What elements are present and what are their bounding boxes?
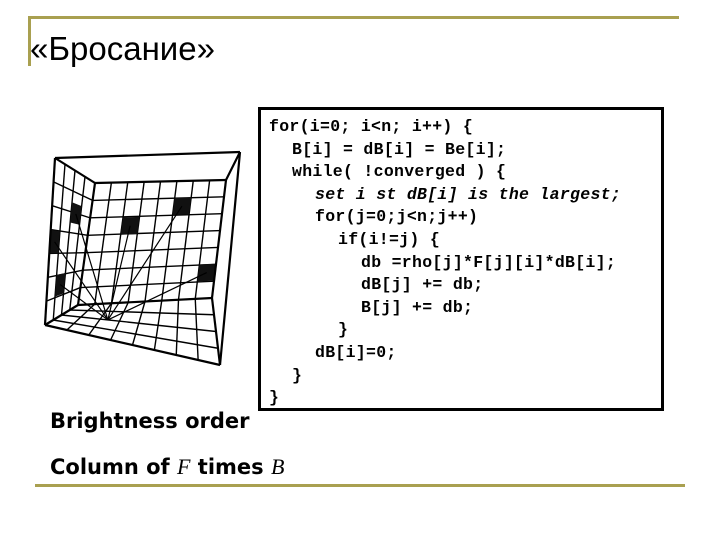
caption-mid: times xyxy=(190,455,271,479)
progressive-radiosity-code: for(i=0; i<n; i++) { B[i] = dB[i] = Be[i]… xyxy=(269,116,621,410)
code-line: B[i] = dB[i] = Be[i]; xyxy=(292,139,507,159)
code-line: if(i!=j) { xyxy=(338,229,441,249)
room-edge xyxy=(94,178,227,185)
variable-b: B xyxy=(270,454,285,479)
code-line: } xyxy=(269,388,280,408)
room-illustration xyxy=(30,120,260,390)
caption-brightness-order: Brightness order xyxy=(50,409,250,433)
code-line: dB[j] += db; xyxy=(361,275,484,295)
slide-title: «Бросание» xyxy=(30,30,215,67)
code-line: } xyxy=(338,320,349,340)
code-block: for(i=0; i<n; i++) { B[i] = dB[i] = Be[i]… xyxy=(258,107,664,411)
room-patches-diagram-icon xyxy=(43,150,242,367)
bottom-accent-rule xyxy=(35,484,685,487)
code-line: dB[i]=0; xyxy=(315,342,397,362)
code-line: B[j] += db; xyxy=(361,297,474,317)
code-line: while( !converged ) { xyxy=(292,162,507,182)
caption-prefix: Column of xyxy=(50,455,178,479)
room-edge xyxy=(54,157,96,184)
variable-f: F xyxy=(177,454,191,479)
floor-grid-line xyxy=(53,319,219,349)
code-line: for(j=0;j<n;j++) xyxy=(315,207,479,227)
room-edge xyxy=(44,323,221,367)
caption-column-of-f-times-b: Column of F times B xyxy=(50,454,284,480)
code-line: for(i=0; i<n; i++) { xyxy=(269,117,474,136)
floor-grid-line xyxy=(61,314,217,333)
code-line: db =rho[j]*F[j][i]*dB[i]; xyxy=(361,252,617,272)
room-edge xyxy=(218,151,242,366)
top-accent-rule xyxy=(29,16,679,19)
code-line: set i st dB[i] is the largest; xyxy=(315,184,622,204)
room-edge xyxy=(54,150,241,160)
code-line: } xyxy=(292,365,303,385)
